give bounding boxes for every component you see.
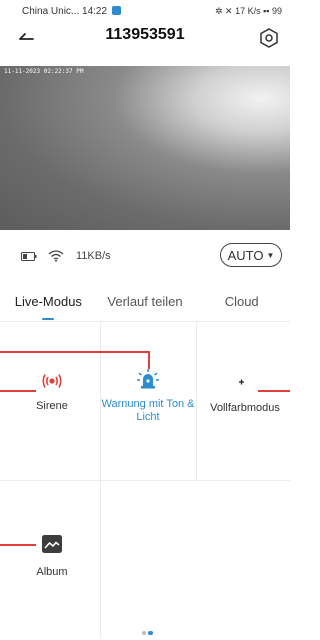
camera-live-view[interactable]: 11-11-2023 02:22:37 PM [0, 66, 290, 230]
resolution-mode-button[interactable]: AUTO ▼ [220, 243, 282, 267]
siren-button[interactable]: Sirene [4, 372, 100, 413]
grid-divider [0, 321, 290, 322]
network-speed: 11KB/s [76, 250, 111, 262]
wifi-icon [48, 250, 64, 262]
tab-bar: Live-Modus Verlauf teilen Cloud [0, 288, 290, 320]
status-indicators: ✲ ✕ 17 K/s ▪▪ 99 [214, 6, 282, 16]
battery-icon [21, 252, 37, 261]
annotation-line [258, 390, 290, 392]
warning-light-sound-label: Warnung mit Ton & Licht [101, 398, 195, 423]
status-carrier-time: China Unic... 14:22 [22, 6, 121, 17]
image-icon [42, 535, 62, 553]
annotation-line [0, 544, 36, 546]
grid-divider [0, 480, 290, 481]
annotation-line [148, 351, 150, 369]
siren-icon [42, 374, 62, 388]
page-indicator [142, 622, 153, 640]
moon-star-icon [239, 374, 254, 390]
annotation-line [0, 351, 150, 353]
resolution-mode-label: AUTO [227, 247, 264, 263]
page-dot-active [148, 631, 153, 635]
annotation-line [0, 390, 36, 392]
page-dot [142, 631, 146, 635]
page-title: 113953591 [105, 26, 185, 43]
tab-cloud[interactable]: Cloud [193, 288, 290, 320]
tab-live-mode[interactable]: Live-Modus [0, 288, 97, 320]
siren-label: Sirene [36, 400, 68, 412]
alarm-light-icon [137, 369, 159, 389]
full-color-mode-button[interactable]: Vollfarbmodus [197, 372, 293, 415]
video-timestamp: 11-11-2023 02:22:37 PM [4, 68, 84, 75]
album-button[interactable]: Album [4, 534, 100, 579]
status-icons: ✲ ✕ [214, 6, 236, 16]
tab-share-history[interactable]: Verlauf teilen [97, 288, 194, 320]
settings-icon[interactable] [258, 27, 280, 49]
caret-down-icon: ▼ [266, 250, 275, 260]
notification-icon [111, 6, 121, 15]
warning-light-sound-button[interactable]: Warnung mit Ton & Licht [100, 368, 196, 424]
album-label: Album [36, 566, 68, 578]
full-color-mode-label: Vollfarbmodus [210, 402, 280, 414]
